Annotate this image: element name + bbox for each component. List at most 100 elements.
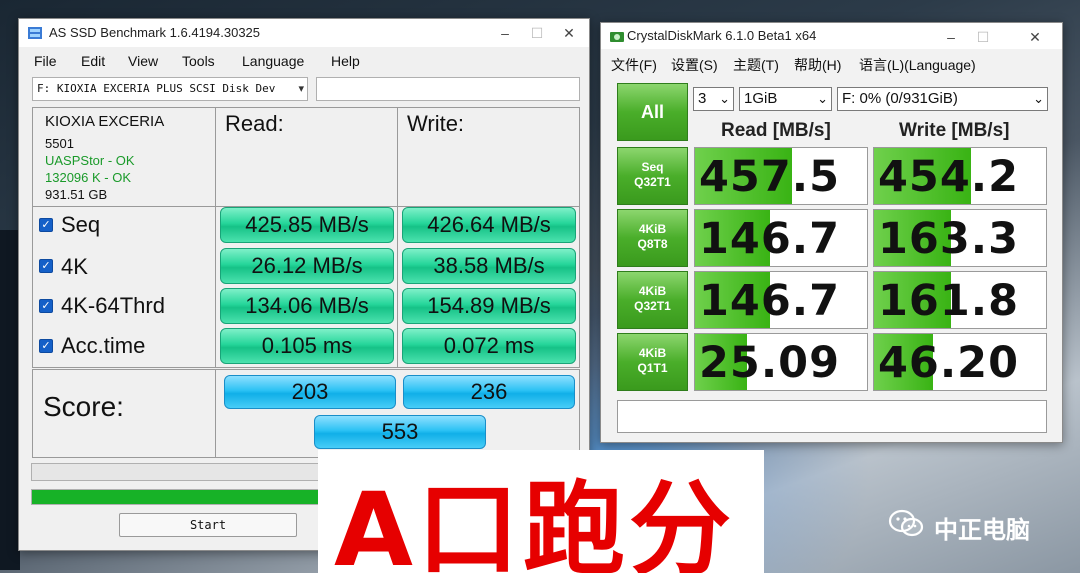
device-select-value: F: KIOXIA EXCERIA PLUS SCSI Disk Dev <box>37 82 276 95</box>
test-button-line2: Q32T1 <box>634 299 671 313</box>
read-header: Read: <box>225 111 284 136</box>
wechat-icon <box>888 509 924 537</box>
drive-name: KIOXIA EXCERIA <box>45 113 165 130</box>
acc-time-write-result: 0.072 ms <box>402 328 576 364</box>
test-size-value: 1GiB <box>744 90 778 107</box>
cdm-titlebar: CrystalDiskMark 6.1.0 Beta1 x64 – ☐ ✕ <box>601 23 1062 49</box>
watermark-text: 中正电脑 <box>934 517 1030 544</box>
caption-text: A口跑分 <box>334 471 735 573</box>
result-value: 457.5 <box>699 152 841 202</box>
test-size-select[interactable]: 1GiB ⌄ <box>739 87 832 111</box>
read-column-header: Read [MB/s] <box>721 120 831 141</box>
result-value: 163.3 <box>878 214 1020 264</box>
as-ssd-menubar: File Edit View Tools Language Help <box>19 49 589 71</box>
cdm-maximize-icon[interactable]: ☐ <box>973 27 993 47</box>
cdm-menu-theme[interactable]: 主题(T) <box>733 55 779 75</box>
progress-fill <box>32 490 360 504</box>
cdm-menu-settings[interactable]: 设置(S) <box>671 55 718 75</box>
menu-tools[interactable]: Tools <box>182 53 215 69</box>
start-button[interactable]: Start <box>119 513 297 537</box>
chevron-down-icon: ⌄ <box>817 91 828 106</box>
score-write: 236 <box>403 375 575 409</box>
result-read-3: 25.09 <box>694 333 868 391</box>
seq-write-result: 426.64 MB/s <box>402 207 576 243</box>
test-button-line1: 4KiB <box>638 346 667 360</box>
cdm-close-icon[interactable]: ✕ <box>1025 27 1045 47</box>
result-write-3: 46.20 <box>873 333 1047 391</box>
4k-64thrd-read-result: 134.06 MB/s <box>220 288 394 324</box>
row-label-4k: 4K <box>61 254 88 279</box>
4k-64thrd-write-result: 154.89 MB/s <box>402 288 576 324</box>
test-button-1[interactable]: 4KiB Q8T8 <box>617 209 688 267</box>
row-label-seq: Seq <box>61 212 101 237</box>
result-read-0: 457.5 <box>694 147 868 205</box>
device-extra-field[interactable] <box>316 77 580 101</box>
drive-firmware: 5501 <box>45 136 74 151</box>
drive-alignment-status: 132096 K - OK <box>45 170 131 185</box>
drive-select[interactable]: F: 0% (0/931GiB) ⌄ <box>837 87 1048 111</box>
test-count-select[interactable]: 3 ⌄ <box>693 87 734 111</box>
result-value: 454.2 <box>878 152 1020 202</box>
maximize-icon[interactable]: ☐ <box>527 23 547 43</box>
checkbox-4k[interactable]: ✓ <box>39 259 53 273</box>
seq-read-result: 425.85 MB/s <box>220 207 394 243</box>
cdm-minimize-icon[interactable]: – <box>941 27 961 47</box>
drive-select-value: F: 0% (0/931GiB) <box>842 90 958 107</box>
checkbox-acc-time[interactable]: ✓ <box>39 339 53 353</box>
test-button-line1: 4KiB <box>638 222 667 236</box>
result-value: 146.7 <box>699 276 841 326</box>
drive-driver-status: UASPStor - OK <box>45 153 135 168</box>
test-button-line2: Q8T8 <box>637 237 668 251</box>
4k-write-result: 38.58 MB/s <box>402 248 576 284</box>
result-value: 146.7 <box>699 214 841 264</box>
result-read-2: 146.7 <box>694 271 868 329</box>
test-button-line1: 4KiB <box>638 284 667 298</box>
write-column-header: Write [MB/s] <box>899 120 1010 141</box>
cdm-title: CrystalDiskMark 6.1.0 Beta1 x64 <box>627 28 817 43</box>
write-header: Write: <box>407 111 465 136</box>
minimize-icon[interactable]: – <box>495 23 515 43</box>
result-write-1: 163.3 <box>873 209 1047 267</box>
score-label: Score: <box>43 391 124 422</box>
as-ssd-titlebar: AS SSD Benchmark 1.6.4194.30325 – ☐ ✕ <box>19 19 589 47</box>
as-ssd-app-icon <box>28 27 42 39</box>
chevron-down-icon: ⌄ <box>1033 91 1044 106</box>
row-label-acc-time: Acc.time <box>61 333 146 358</box>
score-total: 553 <box>314 415 486 449</box>
result-value: 25.09 <box>699 338 841 388</box>
cdm-menu-help[interactable]: 帮助(H) <box>794 55 841 75</box>
test-button-line2: Q32T1 <box>634 175 671 189</box>
row-label-4k-64thrd: 4K-64Thrd <box>61 293 165 318</box>
test-button-line1: Seq <box>641 160 664 174</box>
test-button-0[interactable]: Seq Q32T1 <box>617 147 688 205</box>
menu-view[interactable]: View <box>128 53 158 69</box>
test-button-2[interactable]: 4KiB Q32T1 <box>617 271 688 329</box>
menu-edit[interactable]: Edit <box>81 53 105 69</box>
menu-file[interactable]: File <box>34 53 57 69</box>
drive-size: 931.51 GB <box>45 187 108 202</box>
crystaldiskmark-window: CrystalDiskMark 6.1.0 Beta1 x64 – ☐ ✕ 文件… <box>600 22 1063 443</box>
menu-help[interactable]: Help <box>331 53 360 69</box>
chevron-down-icon: ⌄ <box>719 91 730 106</box>
acc-time-read-result: 0.105 ms <box>220 328 394 364</box>
test-button-line2: Q1T1 <box>637 361 668 375</box>
score-read: 203 <box>224 375 396 409</box>
checkbox-seq[interactable]: ✓ <box>39 218 53 232</box>
device-select[interactable]: F: KIOXIA EXCERIA PLUS SCSI Disk Dev ▾ <box>32 77 308 101</box>
menu-language[interactable]: Language <box>242 53 304 69</box>
result-write-0: 454.2 <box>873 147 1047 205</box>
result-write-2: 161.8 <box>873 271 1047 329</box>
desktop-edge <box>0 230 20 570</box>
test-count-value: 3 <box>698 90 707 107</box>
cdm-menubar: 文件(F) 设置(S) 主题(T) 帮助(H) 语言(L)(Language) <box>601 51 1062 73</box>
cdm-menu-file[interactable]: 文件(F) <box>611 55 657 75</box>
result-read-1: 146.7 <box>694 209 868 267</box>
test-button-3[interactable]: 4KiB Q1T1 <box>617 333 688 391</box>
all-button[interactable]: All <box>617 83 688 141</box>
cdm-menu-language[interactable]: 语言(L)(Language) <box>859 55 976 75</box>
checkbox-4k-64thrd[interactable]: ✓ <box>39 299 53 313</box>
result-value: 46.20 <box>878 338 1020 388</box>
comment-field[interactable] <box>617 400 1047 433</box>
close-icon[interactable]: ✕ <box>559 23 579 43</box>
cdm-app-icon <box>610 32 624 42</box>
